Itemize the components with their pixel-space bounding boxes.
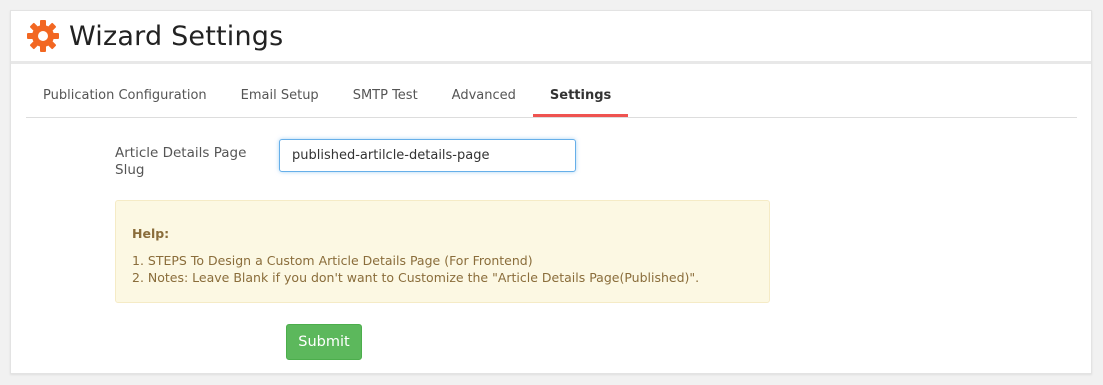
slug-label: Article Details Page Slug — [115, 145, 247, 178]
page-title: Wizard Settings — [69, 20, 284, 52]
help-title: Help: — [132, 226, 170, 241]
tab-advanced[interactable]: Advanced — [435, 81, 533, 117]
tab-settings[interactable]: Settings — [532, 81, 629, 117]
help-box: Help: 1. STEPS To Design a Custom Articl… — [115, 200, 770, 303]
tab-publication-configuration[interactable]: Publication Configuration — [26, 81, 224, 117]
settings-panel: Wizard Settings Publication Configuratio… — [10, 10, 1092, 374]
tab-smtp-test[interactable]: SMTP Test — [336, 81, 435, 117]
tab-email-setup[interactable]: Email Setup — [224, 81, 336, 117]
help-line: 1. STEPS To Design a Custom Article Deta… — [132, 253, 533, 268]
panel-header: Wizard Settings — [11, 11, 1091, 64]
tab-bar: Publication Configuration Email Setup SM… — [26, 81, 1077, 118]
gear-icon — [25, 18, 61, 54]
slug-input[interactable] — [279, 139, 576, 172]
submit-button[interactable]: Submit — [286, 324, 362, 360]
help-line: 2. Notes: Leave Blank if you don't want … — [132, 270, 700, 285]
